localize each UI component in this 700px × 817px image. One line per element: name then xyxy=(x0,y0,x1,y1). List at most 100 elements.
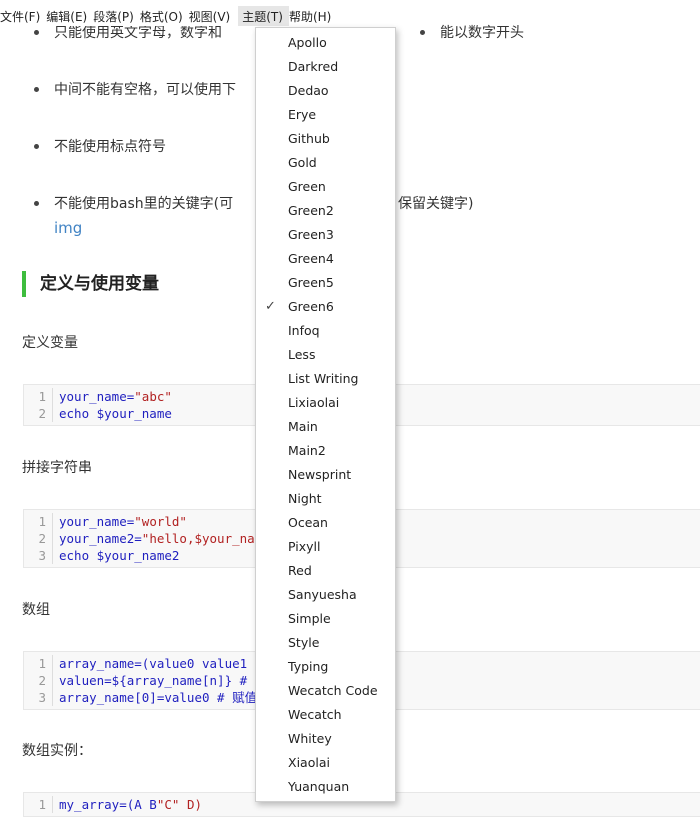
line-number: 2 xyxy=(24,530,53,547)
menu-format[interactable]: 格式(O) xyxy=(140,6,189,26)
theme-option-gold[interactable]: Gold xyxy=(256,151,395,175)
code-text: array_name=(value0 value1 xyxy=(59,656,248,671)
theme-option-label: Green2 xyxy=(288,203,334,218)
theme-option-lixiaolai[interactable]: Lixiaolai xyxy=(256,391,395,415)
code-string: "C" D) xyxy=(156,797,202,812)
code-text: your_name= xyxy=(59,514,135,529)
theme-dropdown: Apollo Darkred Dedao Erye Github Gold Green Gre… xyxy=(255,27,396,802)
theme-option-github[interactable]: Github xyxy=(256,127,395,151)
theme-option-main2[interactable]: Main2 xyxy=(256,439,395,463)
theme-option-label: Main2 xyxy=(288,443,326,458)
theme-option-label: Typing xyxy=(288,659,329,674)
theme-option-green6[interactable]: ✓ Green6 xyxy=(256,295,395,319)
theme-option-green[interactable]: Green xyxy=(256,175,395,199)
code-string: "abc" xyxy=(134,389,172,404)
theme-option-green5[interactable]: Green5 xyxy=(256,271,395,295)
line-number: 2 xyxy=(24,405,53,422)
code-text: my_array=(A B xyxy=(59,797,157,812)
theme-option-erye[interactable]: Erye xyxy=(256,103,395,127)
bullet-item: 不能使用标点符号 xyxy=(34,136,166,156)
theme-option-simple[interactable]: Simple xyxy=(256,607,395,631)
theme-option-ocean[interactable]: Ocean xyxy=(256,511,395,535)
line-number: 1 xyxy=(24,796,53,813)
theme-option-main[interactable]: Main xyxy=(256,415,395,439)
theme-option-darkred[interactable]: Darkred xyxy=(256,55,395,79)
theme-option-label: Apollo xyxy=(288,35,327,50)
line-number: 1 xyxy=(24,388,53,405)
theme-option-wecatch-code[interactable]: Wecatch Code xyxy=(256,679,395,703)
theme-option-infoq[interactable]: Infoq xyxy=(256,319,395,343)
theme-option-label: Xiaolai xyxy=(288,755,330,770)
theme-option-label: List Writing xyxy=(288,371,359,386)
theme-option-label: Erye xyxy=(288,107,317,122)
theme-option-whitey[interactable]: Whitey xyxy=(256,727,395,751)
code-string: "hello,$your_na xyxy=(141,531,255,546)
theme-option-label: Ocean xyxy=(288,515,328,530)
theme-option-apollo[interactable]: Apollo xyxy=(256,31,395,55)
code-text: array_name[0]=value0 # 赋值 xyxy=(59,690,258,705)
theme-option-label: Less xyxy=(288,347,316,362)
menu-file[interactable]: 文件(F) xyxy=(0,6,46,26)
code-text: valuen=${array_name[n]} # xyxy=(59,673,248,688)
theme-option-label: Infoq xyxy=(288,323,320,338)
theme-option-label: Main xyxy=(288,419,318,434)
menu-edit[interactable]: 编辑(E) xyxy=(46,6,93,26)
line-number: 1 xyxy=(24,655,53,672)
code-text: echo $your_name2 xyxy=(59,548,180,563)
line-number: 3 xyxy=(24,547,53,564)
theme-option-green4[interactable]: Green4 xyxy=(256,247,395,271)
theme-option-green3[interactable]: Green3 xyxy=(256,223,395,247)
theme-option-dedao[interactable]: Dedao xyxy=(256,79,395,103)
menu-theme[interactable]: 主题(T) xyxy=(238,6,289,26)
line-number: 1 xyxy=(24,513,53,530)
theme-option-label: Yuanquan xyxy=(288,779,350,794)
theme-option-night[interactable]: Night xyxy=(256,487,395,511)
code-text: your_name= xyxy=(59,389,135,404)
menu-help[interactable]: 帮助(H) xyxy=(289,6,337,26)
paragraph: 定义变量 xyxy=(22,335,78,351)
code-text: your_name2= xyxy=(59,531,142,546)
menu-view[interactable]: 视图(V) xyxy=(189,6,237,26)
check-icon: ✓ xyxy=(265,299,276,314)
paragraph: 拼接字符串 xyxy=(22,460,92,476)
theme-option-newsprint[interactable]: Newsprint xyxy=(256,463,395,487)
bullet-item: 中间不能有空格，可以使用下 xyxy=(34,79,236,99)
line-number: 3 xyxy=(24,689,53,706)
img-link[interactable]: img xyxy=(54,219,82,237)
menu-bar: 文件(F) 编辑(E) 段落(P) 格式(O) 视图(V) 主题(T) 帮助(H… xyxy=(0,6,338,26)
theme-option-label: Github xyxy=(288,131,330,146)
theme-option-label: Simple xyxy=(288,611,331,626)
theme-option-label: Wecatch Code xyxy=(288,683,378,698)
theme-option-yuanquan[interactable]: Yuanquan xyxy=(256,775,395,799)
theme-option-red[interactable]: Red xyxy=(256,559,395,583)
line-number: 2 xyxy=(24,672,53,689)
theme-option-sanyuesha[interactable]: Sanyuesha xyxy=(256,583,395,607)
theme-option-label: Green4 xyxy=(288,251,334,266)
bullet-item: 不能使用bash里的关键字(可 xyxy=(33,193,233,213)
theme-option-label: Style xyxy=(288,635,320,650)
theme-option-label: Wecatch xyxy=(288,707,342,722)
bullet-tail: 保留关键字) xyxy=(377,193,473,213)
theme-option-list-writing[interactable]: List Writing xyxy=(256,367,395,391)
menu-paragraph[interactable]: 段落(P) xyxy=(93,6,140,26)
paragraph: 数组实例： xyxy=(22,743,92,759)
theme-option-label: Green3 xyxy=(288,227,334,242)
theme-option-label: Dedao xyxy=(288,83,329,98)
section-heading: 定义与使用变量 xyxy=(22,271,159,297)
theme-option-label: Darkred xyxy=(288,59,339,74)
code-string: "world" xyxy=(134,514,187,529)
theme-option-xiaolai[interactable]: Xiaolai xyxy=(256,751,395,775)
theme-option-wecatch[interactable]: Wecatch xyxy=(256,703,395,727)
code-text: echo $your_name xyxy=(59,406,172,421)
theme-option-label: Green xyxy=(288,179,326,194)
theme-option-label: Night xyxy=(288,491,322,506)
theme-option-style[interactable]: Style xyxy=(256,631,395,655)
theme-option-label: Gold xyxy=(288,155,317,170)
theme-option-less[interactable]: Less xyxy=(256,343,395,367)
theme-option-pixyll[interactable]: Pixyll xyxy=(256,535,395,559)
theme-option-label: Sanyuesha xyxy=(288,587,357,602)
paragraph: 数组 xyxy=(22,602,50,618)
theme-option-typing[interactable]: Typing xyxy=(256,655,395,679)
theme-option-green2[interactable]: Green2 xyxy=(256,199,395,223)
bullet-tail: 能以数字开头 xyxy=(420,22,524,42)
